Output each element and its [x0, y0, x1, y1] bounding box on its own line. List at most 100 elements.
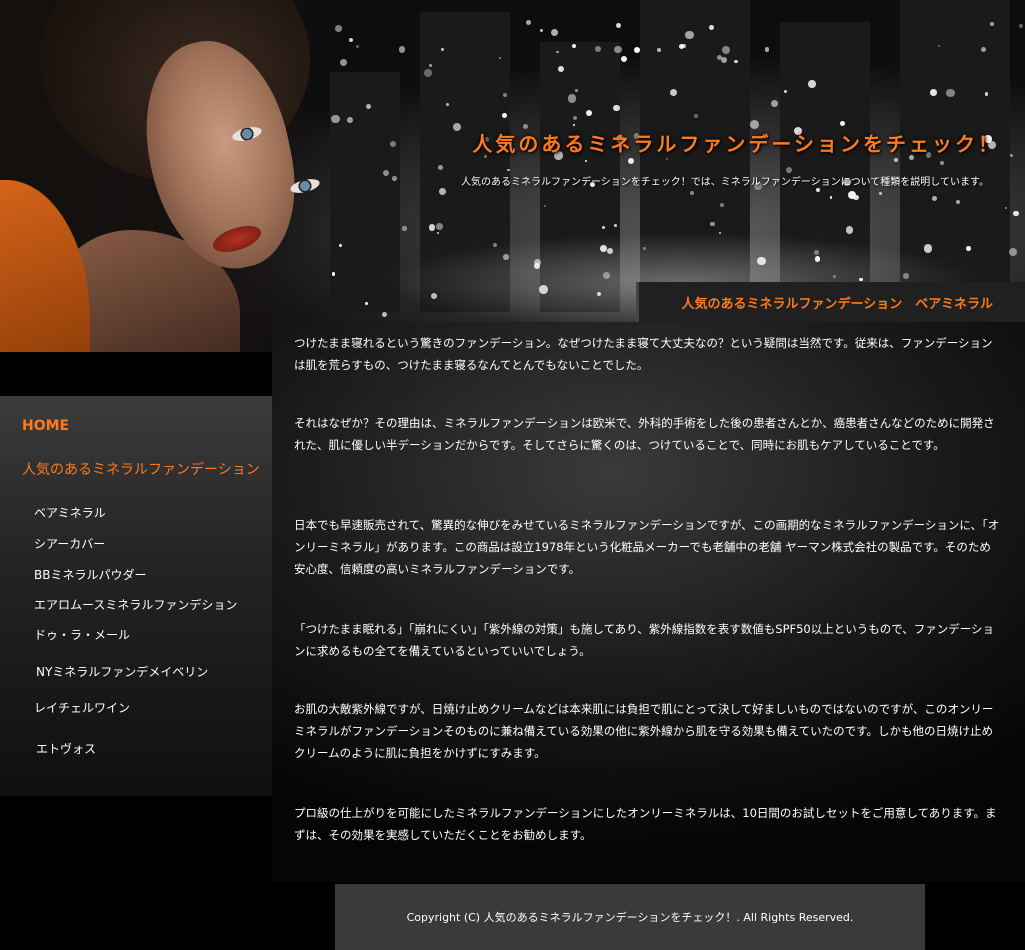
content-paragraph: 日本でも早速販売されて、驚異的な伸びをみせているミネラルファンデーションですが、… [294, 518, 1000, 576]
city-light [543, 204, 546, 207]
city-light [669, 88, 677, 97]
city-light [389, 141, 396, 148]
city-light [709, 25, 715, 31]
nav-item-rachel-wine[interactable]: レイチェルワイン [34, 699, 130, 716]
copyright-text: Copyright (C) 人気のあるミネラルファンデーションをチェック！. A… [406, 911, 854, 924]
nav-item-bb-mineral-powder[interactable]: BBミネラルパウダー [34, 566, 146, 583]
page-heading: 人気のあるミネラルファンデーション ベアミネラル [636, 282, 1025, 322]
nav-item-sheer-cover[interactable]: シアーカバー [34, 535, 105, 552]
portrait-shirt [0, 180, 90, 352]
city-light [525, 20, 531, 25]
city-light [940, 161, 944, 165]
city-light [575, 89, 578, 92]
city-light [445, 102, 449, 106]
city-light [684, 30, 694, 40]
city-light [392, 175, 398, 181]
city-light [829, 196, 833, 200]
city-light [893, 158, 898, 163]
city-light [721, 57, 728, 64]
city-light [1010, 153, 1014, 157]
city-light [733, 59, 738, 64]
city-light [956, 199, 961, 204]
city-light [595, 46, 602, 53]
city-light [616, 22, 622, 28]
city-light [355, 44, 359, 48]
city-light [1013, 210, 1019, 217]
city-light [722, 45, 731, 54]
city-light [771, 100, 779, 108]
city-light [879, 191, 883, 196]
city-light [398, 46, 405, 53]
city-light [567, 94, 576, 103]
sidebar-nav: HOME 人気のあるミネラルファンデーション ベアミネラル シアーカバー BBミ… [0, 396, 272, 796]
city-light [502, 113, 507, 119]
nav-item-de-la-mer[interactable]: ドゥ・ラ・メール [34, 626, 130, 643]
city-light [584, 160, 587, 163]
city-light [346, 117, 353, 123]
nav-item-maybelline[interactable]: NYミネラルファンデメイベリン [36, 663, 208, 680]
city-light [348, 38, 354, 43]
city-light [620, 56, 627, 62]
city-light [499, 56, 502, 59]
site-title[interactable]: 人気のあるミネラルファンデーションをチェック！ [472, 128, 1001, 157]
nav-home[interactable]: HOME [22, 418, 69, 434]
city-light [839, 121, 845, 127]
city-light [937, 44, 941, 48]
city-light [539, 28, 544, 33]
nav-item-aero-mousse[interactable]: エアロムースミネラルファンデション [34, 596, 237, 613]
city-light [682, 43, 687, 48]
city-light [666, 157, 669, 160]
city-light [930, 88, 937, 96]
content-paragraph: プロ級の仕上がりを可能にしたミネラルファンデーションにしたオンリーミネラルは、1… [294, 806, 997, 842]
city-light [507, 168, 510, 172]
city-light [438, 164, 444, 171]
city-light [571, 43, 576, 49]
city-light [720, 203, 724, 207]
content-paragraph: それはなぜか？その理由は、ミネラルファンデーションは欧米で、外科的手術をした後の… [294, 416, 995, 452]
city-light [550, 28, 558, 36]
city-light [441, 48, 444, 51]
site-description: 人気のあるミネラルファンデーションをチェック！では、ミネラルファンデーションにつ… [461, 177, 989, 188]
city-light [634, 46, 641, 53]
city-light [429, 64, 432, 67]
city-light [853, 194, 859, 201]
city-light [657, 47, 661, 52]
city-light [340, 58, 347, 66]
city-light [585, 109, 593, 117]
city-light [335, 25, 342, 33]
content-paragraph: 「つけたまま眠れる」「崩れにくい」「紫外線の対策」も施してあり、紫外線指数を表す… [294, 622, 995, 658]
city-light [573, 116, 578, 121]
portrait-image [0, 0, 330, 352]
city-light [931, 196, 938, 202]
city-light [556, 50, 560, 54]
city-light [382, 169, 390, 177]
city-light [614, 45, 622, 54]
city-light [946, 88, 956, 98]
city-light [690, 190, 694, 195]
content-paragraph: お肌の大敵紫外線ですが、日焼け止めクリームなどは本来肌には負担で肌にとって決して… [294, 702, 994, 760]
city-light [980, 46, 987, 53]
main-content: つけたまま寝れるという驚きのファンデーション。なぜつけたまま寝て大丈夫なの？とい… [272, 322, 1025, 882]
city-light [331, 114, 340, 124]
city-light [984, 92, 989, 96]
city-light [365, 103, 372, 110]
nav-item-etvos[interactable]: エトヴォス [36, 740, 96, 757]
city-light [1005, 206, 1008, 209]
nav-item-bareminerals[interactable]: ベアミネラル [34, 504, 106, 521]
city-light [572, 124, 576, 127]
city-light [453, 123, 461, 132]
city-light [783, 89, 787, 94]
city-light [1019, 24, 1024, 29]
city-light [424, 69, 432, 77]
footer: Copyright (C) 人気のあるミネラルファンデーションをチェック！. A… [335, 884, 925, 950]
city-light [502, 92, 508, 98]
nav-category[interactable]: 人気のあるミネラルファンデーション [22, 459, 260, 479]
city-light [808, 80, 816, 88]
city-light [557, 66, 564, 72]
city-light [989, 22, 994, 26]
city-light [815, 187, 820, 193]
city-light [765, 47, 770, 52]
city-light [627, 158, 635, 165]
city-light [613, 105, 620, 112]
content-paragraph: つけたまま寝れるという驚きのファンデーション。なぜつけたまま寝て大丈夫なの？とい… [294, 336, 993, 372]
